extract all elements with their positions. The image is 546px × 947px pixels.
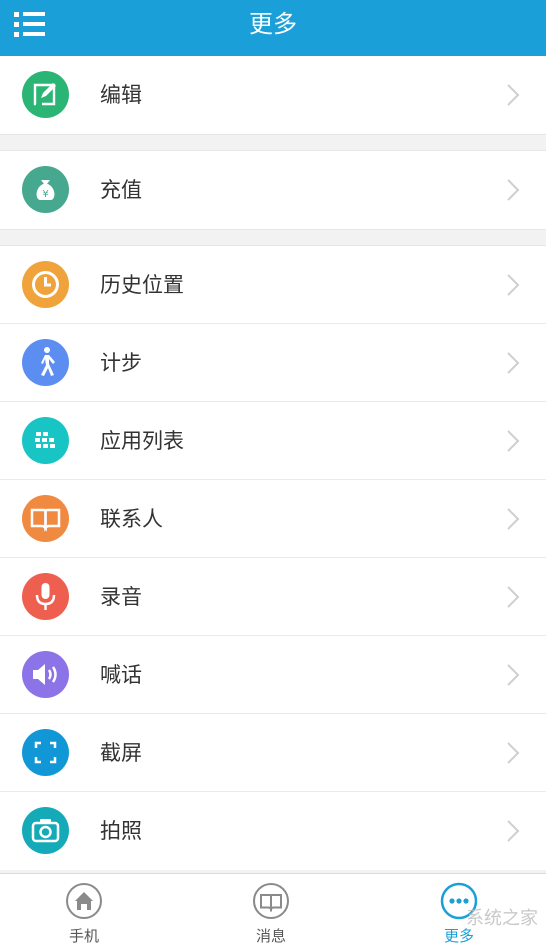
watermark-text: 系统之家 [466,908,538,929]
chevron-right-icon [507,586,520,608]
menu-item-recharge[interactable]: ¥ 充值 [0,151,546,229]
settings-list: 编辑 ¥ 充值 历史位置 计步 应用列表 联系人 录音 喊话 截屏 拍照 [0,56,546,873]
menu-item-edit[interactable]: 编辑 [0,56,546,134]
chevron-right-icon [507,430,520,452]
chevron-right-icon [507,508,520,530]
menu-item-label: 联系人 [100,507,163,531]
menu-item-app-list[interactable]: 应用列表 [0,402,546,480]
chevron-right-icon [507,179,520,201]
bottom-tab-bar: 手机 消息 更多 系统之家 [0,873,546,947]
tab-messages[interactable]: 消息 [211,874,331,947]
menu-group-recharge: ¥ 充值 [0,151,546,229]
screenshot-icon [22,729,69,776]
menu-item-label: 喊话 [100,663,142,687]
walking-icon [22,339,69,386]
menu-item-camera[interactable]: 拍照 [0,792,546,870]
tab-phone[interactable]: 手机 [24,874,144,947]
tab-label: 手机 [68,927,99,945]
top-bar: 更多 [0,0,546,56]
menu-item-screenshot[interactable]: 截屏 [0,714,546,792]
menu-item-pedometer[interactable]: 计步 [0,324,546,402]
microphone-icon [22,573,69,620]
home-icon [66,883,102,919]
menu-item-recording[interactable]: 录音 [0,558,546,636]
menu-item-label: 编辑 [100,83,142,107]
menu-group-features: 历史位置 计步 应用列表 联系人 录音 喊话 截屏 拍照 [0,246,546,870]
section-divider [0,229,546,246]
menu-group-edit: 编辑 [0,56,546,134]
chevron-right-icon [507,664,520,686]
speaker-icon [22,651,69,698]
book-icon [253,883,289,919]
menu-item-broadcast[interactable]: 喊话 [0,636,546,714]
chevron-right-icon [507,84,520,106]
edit-icon [22,71,69,118]
menu-item-label: 截屏 [100,741,142,765]
menu-item-label: 计步 [100,351,142,375]
tab-label: 消息 [255,927,286,945]
money-bag-icon: ¥ [22,166,69,213]
camera-icon [22,807,69,854]
book-icon [22,495,69,542]
chevron-right-icon [507,274,520,296]
chevron-right-icon [507,820,520,842]
section-divider [0,134,546,151]
menu-item-label: 历史位置 [100,273,184,297]
menu-item-label: 录音 [100,585,142,609]
svg-text:¥: ¥ [42,189,48,200]
menu-item-label: 应用列表 [100,429,184,453]
chevron-right-icon [507,352,520,374]
menu-item-location-history[interactable]: 历史位置 [0,246,546,324]
clock-icon [22,261,69,308]
menu-item-label: 拍照 [100,819,142,843]
page-title: 更多 [249,10,297,38]
menu-item-contacts[interactable]: 联系人 [0,480,546,558]
chevron-right-icon [507,742,520,764]
menu-item-label: 充值 [100,178,142,202]
apps-grid-icon [22,417,69,464]
